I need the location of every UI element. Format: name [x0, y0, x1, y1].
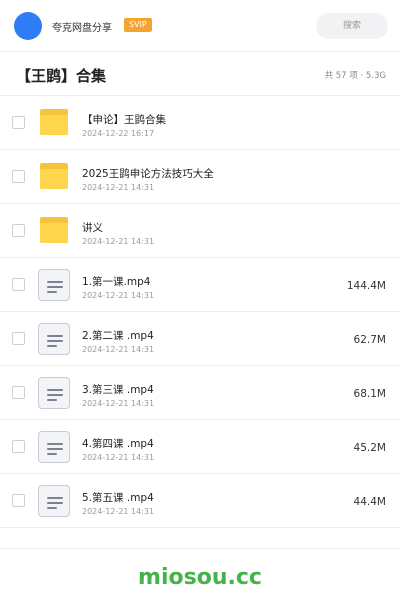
file-row[interactable]: 3.第三课 .mp4 2024-12-21 14:31 68.1M [0, 366, 400, 420]
select-checkbox[interactable] [12, 170, 25, 183]
file-row[interactable]: 【申论】王鹍合集 2024-12-22 16:17 [0, 96, 400, 150]
page-title: 【王鹍】合集 [16, 67, 107, 85]
folder-icon [38, 107, 70, 139]
folder-icon [38, 215, 70, 247]
select-checkbox[interactable] [12, 332, 25, 345]
brand-logo: miosou.cc [138, 565, 262, 590]
video-file-icon [38, 377, 70, 409]
file-date: 2024-12-21 14:31 [82, 399, 155, 408]
file-name[interactable]: 【申论】王鹍合集 [82, 112, 166, 127]
file-date: 2024-12-21 14:31 [82, 183, 155, 192]
file-row[interactable]: 4.第四课 .mp4 2024-12-21 14:31 45.2M [0, 420, 400, 474]
file-size: 44.4M [353, 496, 386, 508]
file-size: 68.1M [353, 388, 386, 400]
top-bar: 夸克网盘分享 SVIP 搜索 [0, 0, 400, 52]
file-date: 2024-12-21 14:31 [82, 453, 155, 462]
avatar[interactable] [14, 12, 42, 40]
video-file-icon [38, 269, 70, 301]
file-date: 2024-12-21 14:31 [82, 507, 155, 516]
file-row[interactable]: 2025王鹍申论方法技巧大全 2024-12-21 14:31 [0, 150, 400, 204]
file-date: 2024-12-22 16:17 [82, 129, 155, 138]
select-checkbox[interactable] [12, 386, 25, 399]
file-row[interactable]: 2.第二课 .mp4 2024-12-21 14:31 62.7M [0, 312, 400, 366]
file-name[interactable]: 1.第一课.mp4 [82, 274, 150, 289]
svip-badge: SVIP [124, 18, 152, 32]
file-date: 2024-12-21 14:31 [82, 291, 155, 300]
video-file-icon [38, 431, 70, 463]
file-name[interactable]: 2.第二课 .mp4 [82, 328, 154, 343]
video-file-icon [38, 323, 70, 355]
select-checkbox[interactable] [12, 494, 25, 507]
folder-icon [38, 161, 70, 193]
search-input[interactable]: 搜索 [316, 13, 388, 39]
file-row[interactable]: 1.第一课.mp4 2024-12-21 14:31 144.4M [0, 258, 400, 312]
select-checkbox[interactable] [12, 440, 25, 453]
file-size: 45.2M [353, 442, 386, 454]
file-row[interactable]: 5.第五课 .mp4 2024-12-21 14:31 44.4M [0, 474, 400, 528]
file-row[interactable]: 讲义 2024-12-21 14:31 [0, 204, 400, 258]
app-name: 夸克网盘分享 [52, 23, 112, 34]
file-name[interactable]: 2025王鹍申论方法技巧大全 [82, 166, 214, 181]
file-name[interactable]: 3.第三课 .mp4 [82, 382, 154, 397]
folder-stats: 共 57 项 · 5.3G [324, 71, 386, 81]
file-date: 2024-12-21 14:31 [82, 237, 155, 246]
file-name[interactable]: 5.第五课 .mp4 [82, 490, 154, 505]
folder-header: 【王鹍】合集 共 57 项 · 5.3G [0, 52, 400, 96]
file-name[interactable]: 4.第四课 .mp4 [82, 436, 154, 451]
file-list: 【申论】王鹍合集 2024-12-22 16:17 2025王鹍申论方法技巧大全 20… [0, 96, 400, 528]
file-date: 2024-12-21 14:31 [82, 345, 155, 354]
file-name[interactable]: 讲义 [82, 220, 103, 235]
video-file-icon [38, 485, 70, 517]
select-checkbox[interactable] [12, 224, 25, 237]
footer: miosou.cc [0, 548, 400, 600]
file-size: 144.4M [346, 280, 386, 292]
select-checkbox[interactable] [12, 116, 25, 129]
select-checkbox[interactable] [12, 278, 25, 291]
file-size: 62.7M [353, 334, 386, 346]
